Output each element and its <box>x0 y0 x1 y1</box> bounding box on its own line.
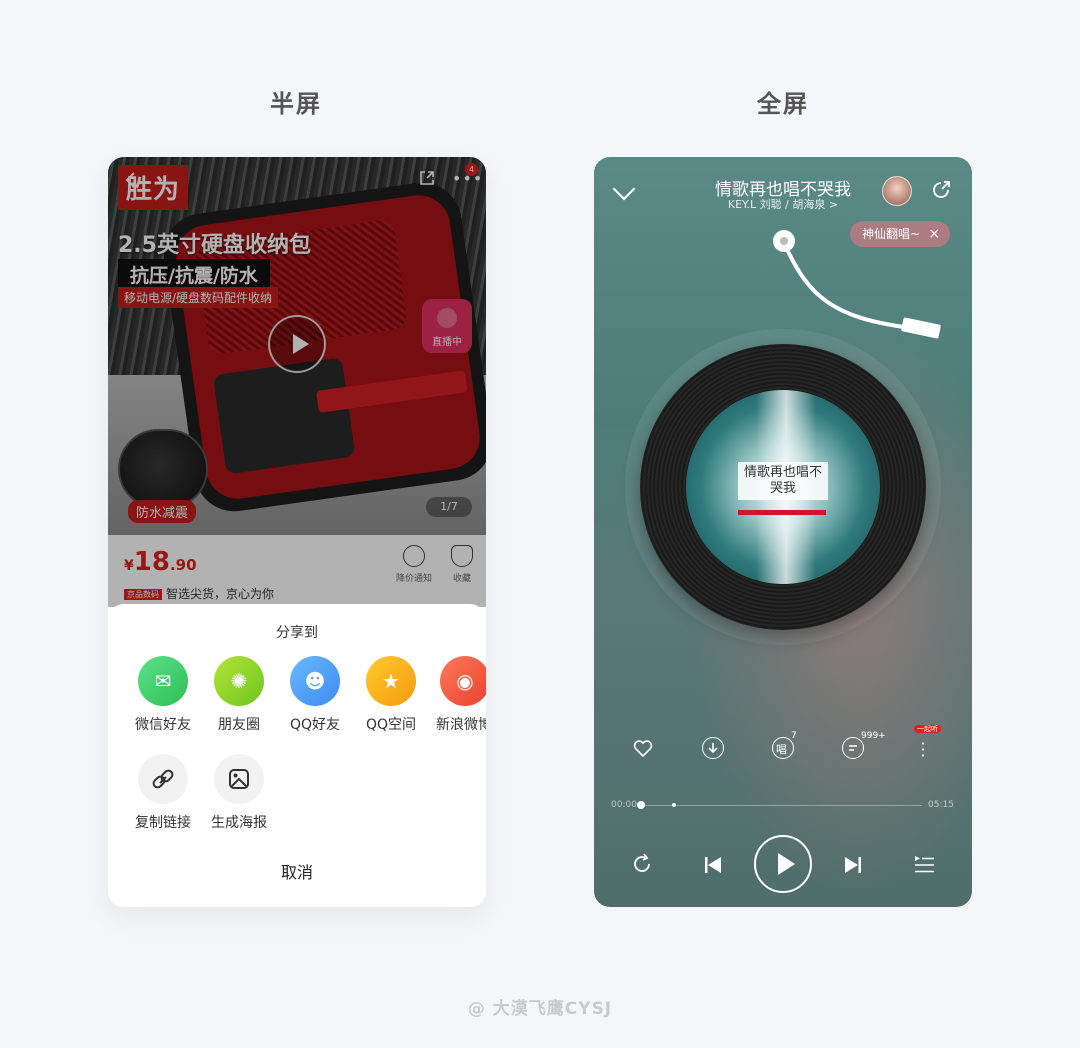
qzone-icon: ★ <box>366 656 416 706</box>
previous-track-icon[interactable] <box>702 854 724 876</box>
poster-icon <box>214 754 264 804</box>
progress-knob[interactable] <box>637 801 645 809</box>
karaoke-sing-icon[interactable]: 唱 7 <box>772 731 797 759</box>
more-vertical-icon[interactable]: 一起听 · · · <box>912 725 941 765</box>
generate-poster-button[interactable]: 生成海报 <box>204 754 274 832</box>
playback-controls <box>594 835 972 895</box>
cover-title-art: 情歌再也唱不哭我 <box>738 462 828 500</box>
like-heart-icon[interactable] <box>632 737 654 759</box>
qq-icon: ☻ <box>290 656 340 706</box>
share-sheet-title: 分享到 <box>276 625 318 641</box>
repeat-icon[interactable] <box>630 852 654 876</box>
section-title-full-screen: 全屏 <box>757 90 809 118</box>
singer-avatar[interactable] <box>882 176 912 206</box>
play-button[interactable] <box>754 835 812 893</box>
cover-red-bar <box>738 510 826 515</box>
next-track-icon[interactable] <box>842 854 864 876</box>
share-icon[interactable] <box>930 179 952 201</box>
cancel-button[interactable]: 取消 <box>108 859 486 883</box>
comment-count: 999+ <box>861 731 886 741</box>
share-sheet: 分享到 ✉ 微信好友 ✺ 朋友圈 ☻ QQ好友 ★ QQ空间 ◉ 新浪微博 复制… <box>108 604 486 907</box>
share-qzone-label: QQ空间 <box>365 717 417 733</box>
progress-marker <box>672 803 676 807</box>
generate-poster-label: 生成海报 <box>211 815 267 831</box>
share-moments-button[interactable]: ✺ 朋友圈 <box>204 656 274 734</box>
progress-track[interactable] <box>640 805 922 806</box>
comment-icon[interactable]: 999+ <box>842 731 886 759</box>
share-moments-label: 朋友圈 <box>218 717 260 733</box>
more-dots: · · · <box>920 734 926 765</box>
download-icon[interactable] <box>702 737 724 759</box>
playlist-icon[interactable] <box>912 852 936 876</box>
half-screen-phone: 胜为 2.5英寸硬盘收纳包 抗压/抗震/防水 移动电源/硬盘数码配件收纳 防水减… <box>108 157 486 907</box>
share-qzone-button[interactable]: ★ QQ空间 <box>356 656 426 734</box>
watermark: @ 大漠飞鹰CYSJ <box>467 999 613 1019</box>
share-weibo-button[interactable]: ◉ 新浪微博 <box>432 656 486 734</box>
action-row: 唱 7 999+ 一起听 · · · <box>594 725 972 765</box>
progress-bar[interactable]: 00:00 05:15 <box>594 797 972 813</box>
share-weibo-label: 新浪微博 <box>436 717 486 733</box>
copy-link-button[interactable]: 复制链接 <box>128 754 198 832</box>
weibo-icon: ◉ <box>440 656 486 706</box>
section-title-half-screen: 半屏 <box>270 90 322 118</box>
share-wechat-button[interactable]: ✉ 微信好友 <box>128 656 198 734</box>
dim-overlay[interactable] <box>108 157 486 607</box>
song-artist[interactable]: KEY.L 刘聪 / 胡海泉 > <box>594 196 972 212</box>
copy-link-label: 复制链接 <box>135 815 191 831</box>
full-screen-player: 情歌再也唱不哭我 KEY.L 刘聪 / 胡海泉 > 神仙翻唱~ × 情歌再也唱不… <box>594 157 972 907</box>
karaoke-glyph: 唱 <box>776 743 787 756</box>
moments-icon: ✺ <box>214 656 264 706</box>
album-cover: 情歌再也唱不哭我 <box>686 390 880 584</box>
time-current: 00:00 <box>611 800 637 810</box>
share-qq-label: QQ好友 <box>289 717 341 733</box>
listen-together-tag: 一起听 <box>914 725 941 733</box>
karaoke-count: 7 <box>791 731 797 741</box>
share-qq-button[interactable]: ☻ QQ好友 <box>280 656 350 734</box>
time-total: 05:15 <box>928 800 954 810</box>
link-icon <box>138 754 188 804</box>
wechat-icon: ✉ <box>138 656 188 706</box>
share-wechat-label: 微信好友 <box>135 717 191 733</box>
